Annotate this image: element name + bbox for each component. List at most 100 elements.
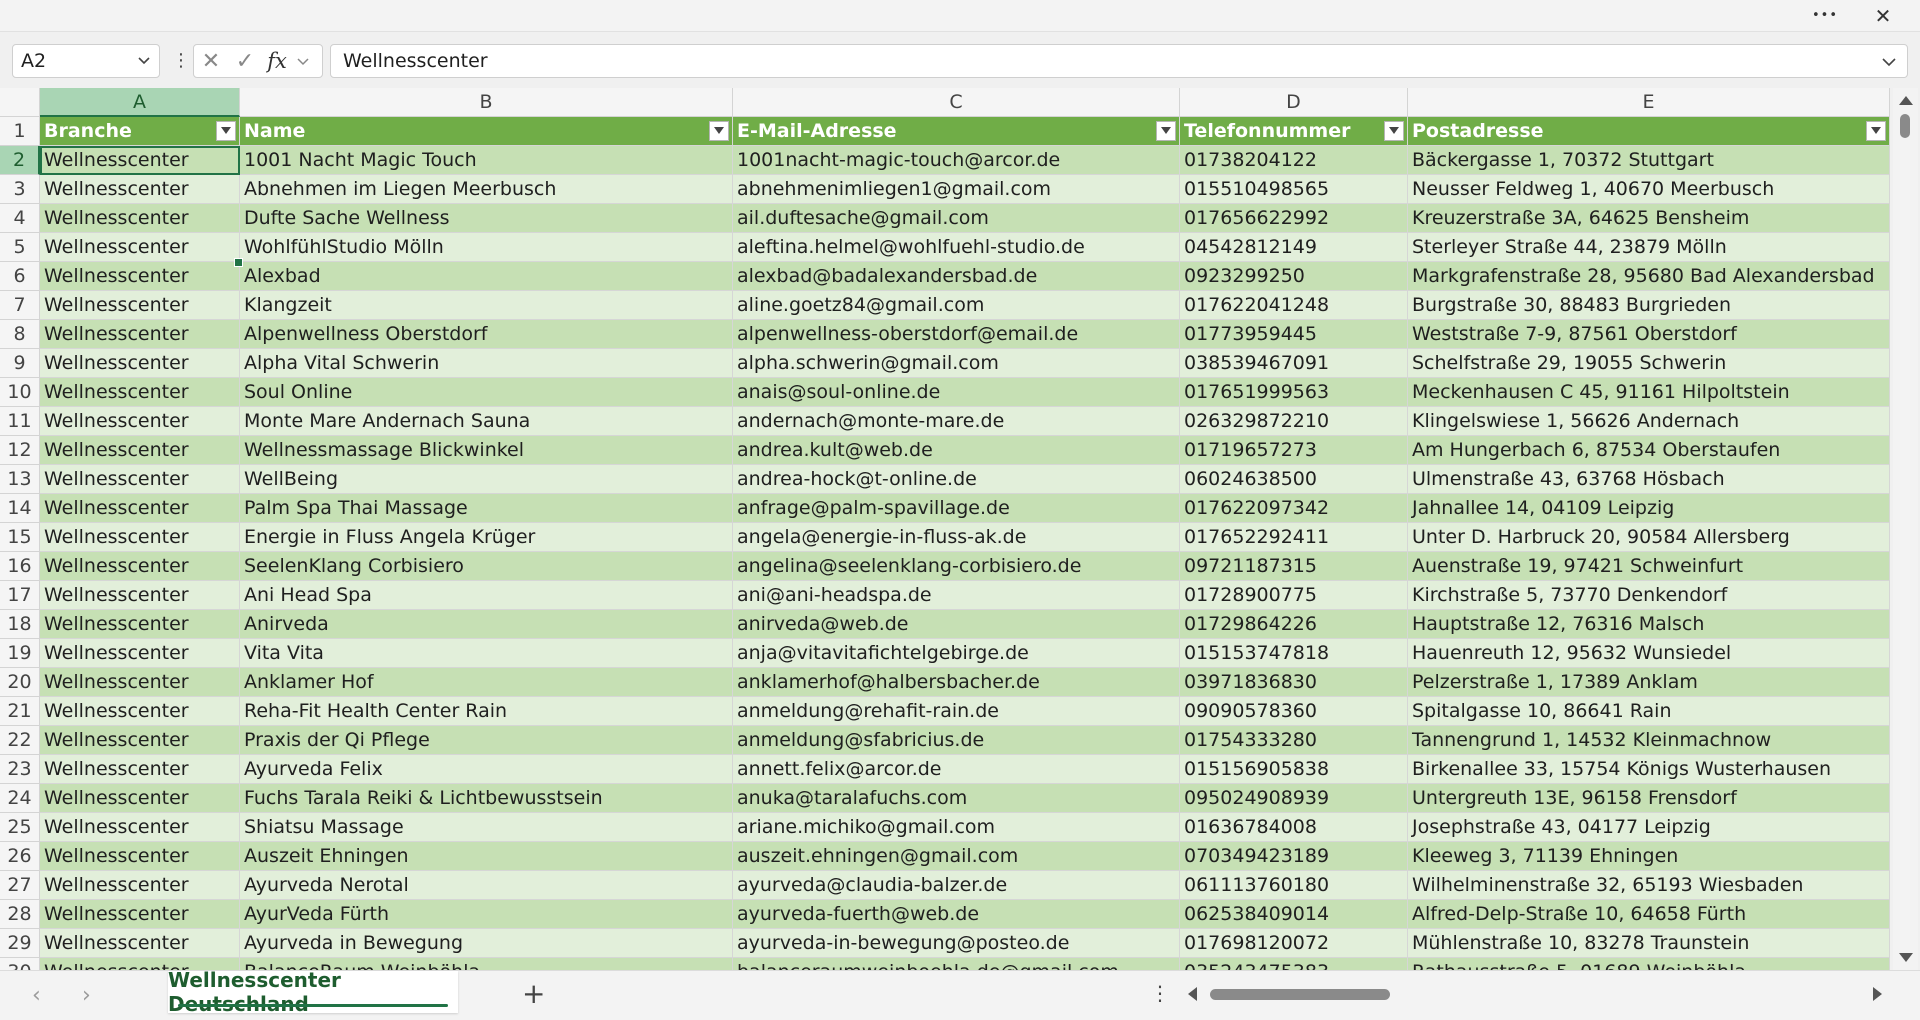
- scroll-down-icon[interactable]: [1899, 953, 1913, 962]
- table-cell[interactable]: 017652292411: [1180, 523, 1408, 552]
- table-cell[interactable]: Wellnesscenter: [40, 755, 240, 784]
- table-cell[interactable]: Wellnesscenter: [40, 639, 240, 668]
- table-cell[interactable]: Untergreuth 13E, 96158 Frensdorf: [1408, 784, 1890, 813]
- table-cell[interactable]: anmeldung@sfabricius.de: [733, 726, 1180, 755]
- table-cell[interactable]: aleftina.helmel@wohlfuehl-studio.de: [733, 233, 1180, 262]
- row-number[interactable]: 5: [0, 233, 40, 262]
- row-number[interactable]: 18: [0, 610, 40, 639]
- table-cell[interactable]: 062538409014: [1180, 900, 1408, 929]
- table-cell[interactable]: Kirchstraße 5, 73770 Denkendorf: [1408, 581, 1890, 610]
- table-cell[interactable]: auszeit.ehningen@gmail.com: [733, 842, 1180, 871]
- table-cell[interactable]: Markgrafenstraße 28, 95680 Bad Alexander…: [1408, 262, 1890, 291]
- table-cell[interactable]: 01636784008: [1180, 813, 1408, 842]
- table-cell[interactable]: 015153747818: [1180, 639, 1408, 668]
- column-header-b[interactable]: B: [240, 88, 733, 117]
- table-cell[interactable]: Wellnesscenter: [40, 871, 240, 900]
- table-cell[interactable]: 06024638500: [1180, 465, 1408, 494]
- table-cell[interactable]: 015156905838: [1180, 755, 1408, 784]
- header-cell[interactable]: Telefonnummer: [1180, 117, 1408, 146]
- table-cell[interactable]: abnehmenimliegen1@gmail.com: [733, 175, 1180, 204]
- row-number[interactable]: 20: [0, 668, 40, 697]
- table-cell[interactable]: Wellnesscenter: [40, 233, 240, 262]
- table-cell[interactable]: Burgstraße 30, 88483 Burgrieden: [1408, 291, 1890, 320]
- row-number[interactable]: 9: [0, 349, 40, 378]
- table-cell[interactable]: Palm Spa Thai Massage: [240, 494, 733, 523]
- table-cell[interactable]: Wellnesscenter: [40, 900, 240, 929]
- table-cell[interactable]: Wellnesscenter: [40, 407, 240, 436]
- horizontal-scroll-thumb[interactable]: [1210, 989, 1390, 1000]
- next-sheet-icon[interactable]: ›: [82, 983, 91, 1008]
- table-cell[interactable]: Wellnesscenter: [40, 813, 240, 842]
- table-cell[interactable]: Wellnesscenter: [40, 581, 240, 610]
- table-cell[interactable]: 1001nacht-magic-touch@arcor.de: [733, 146, 1180, 175]
- table-cell[interactable]: Wellnesscenter: [40, 784, 240, 813]
- scroll-right-icon[interactable]: [1873, 987, 1882, 1001]
- table-cell[interactable]: 095024908939: [1180, 784, 1408, 813]
- table-cell[interactable]: Kleeweg 3, 71139 Ehningen: [1408, 842, 1890, 871]
- table-cell[interactable]: Abnehmen im Liegen Meerbusch: [240, 175, 733, 204]
- header-cell[interactable]: Branche: [40, 117, 240, 146]
- table-cell[interactable]: 061113760180: [1180, 871, 1408, 900]
- enter-icon[interactable]: ✓: [228, 45, 262, 77]
- table-cell[interactable]: Spitalgasse 10, 86641 Rain: [1408, 697, 1890, 726]
- vertical-scroll-thumb[interactable]: [1900, 114, 1910, 138]
- table-cell[interactable]: Dufte Sache Wellness: [240, 204, 733, 233]
- table-cell[interactable]: alpenwellness-oberstdorf@email.de: [733, 320, 1180, 349]
- table-cell[interactable]: Ani Head Spa: [240, 581, 733, 610]
- header-cell[interactable]: Name: [240, 117, 733, 146]
- table-cell[interactable]: Wellnesscenter: [40, 726, 240, 755]
- table-cell[interactable]: ayurveda@claudia-balzer.de: [733, 871, 1180, 900]
- table-cell[interactable]: Wellnessmassage Blickwinkel: [240, 436, 733, 465]
- fill-handle[interactable]: [234, 258, 243, 267]
- table-cell[interactable]: alexbad@badalexandersbad.de: [733, 262, 1180, 291]
- row-number[interactable]: 17: [0, 581, 40, 610]
- table-cell[interactable]: 017656622992: [1180, 204, 1408, 233]
- table-cell[interactable]: Wellnesscenter: [40, 320, 240, 349]
- table-cell[interactable]: 038539467091: [1180, 349, 1408, 378]
- table-cell[interactable]: 026329872210: [1180, 407, 1408, 436]
- table-cell[interactable]: Kreuzerstraße 3A, 64625 Bensheim: [1408, 204, 1890, 233]
- table-cell[interactable]: 01719657273: [1180, 436, 1408, 465]
- table-cell[interactable]: 01773959445: [1180, 320, 1408, 349]
- more-options-button[interactable]: •••: [1802, 0, 1848, 31]
- table-cell[interactable]: WellBeing: [240, 465, 733, 494]
- table-cell[interactable]: Wellnesscenter: [40, 436, 240, 465]
- column-header-c[interactable]: C: [733, 88, 1180, 117]
- previous-sheet-icon[interactable]: ‹: [32, 983, 41, 1008]
- table-cell[interactable]: Praxis der Qi Pflege: [240, 726, 733, 755]
- expand-formula-chevron-icon[interactable]: [1881, 54, 1897, 70]
- table-cell[interactable]: 09721187315: [1180, 552, 1408, 581]
- table-cell[interactable]: Klingelswiese 1, 56626 Andernach: [1408, 407, 1890, 436]
- table-cell[interactable]: SeelenKlang Corbisiero: [240, 552, 733, 581]
- table-cell[interactable]: Anklamer Hof: [240, 668, 733, 697]
- table-cell[interactable]: 015510498565: [1180, 175, 1408, 204]
- horizontal-scrollbar[interactable]: [1180, 971, 1890, 1016]
- table-cell[interactable]: Tannengrund 1, 14532 Kleinmachnow: [1408, 726, 1890, 755]
- row-number[interactable]: 26: [0, 842, 40, 871]
- table-cell[interactable]: 04542812149: [1180, 233, 1408, 262]
- table-cell[interactable]: Shiatsu Massage: [240, 813, 733, 842]
- table-cell[interactable]: ail.duftesache@gmail.com: [733, 204, 1180, 233]
- table-cell[interactable]: Hauptstraße 12, 76316 Malsch: [1408, 610, 1890, 639]
- insert-function-icon[interactable]: fx: [262, 45, 292, 77]
- table-cell[interactable]: ayurveda-fuerth@web.de: [733, 900, 1180, 929]
- add-sheet-icon[interactable]: +: [522, 977, 545, 1010]
- header-cell[interactable]: E-Mail-Adresse: [733, 117, 1180, 146]
- row-number[interactable]: 8: [0, 320, 40, 349]
- table-cell[interactable]: Wilhelminenstraße 32, 65193 Wiesbaden: [1408, 871, 1890, 900]
- table-cell[interactable]: Wellnesscenter: [40, 610, 240, 639]
- table-cell[interactable]: annett.felix@arcor.de: [733, 755, 1180, 784]
- header-cell[interactable]: Postadresse: [1408, 117, 1890, 146]
- scroll-left-icon[interactable]: [1188, 987, 1197, 1001]
- table-cell[interactable]: 1001 Nacht Magic Touch: [240, 146, 733, 175]
- table-cell[interactable]: Vita Vita: [240, 639, 733, 668]
- formula-input[interactable]: Wellnesscenter: [330, 44, 1908, 78]
- row-number[interactable]: 24: [0, 784, 40, 813]
- table-cell[interactable]: anfrage@palm-spavillage.de: [733, 494, 1180, 523]
- row-number[interactable]: 4: [0, 204, 40, 233]
- table-cell[interactable]: anuka@taralafuchs.com: [733, 784, 1180, 813]
- table-cell[interactable]: Wellnesscenter: [40, 929, 240, 958]
- table-cell[interactable]: Am Hungerbach 6, 87534 Oberstaufen: [1408, 436, 1890, 465]
- table-cell[interactable]: angelina@seelenklang-corbisiero.de: [733, 552, 1180, 581]
- table-cell[interactable]: 01738204122: [1180, 146, 1408, 175]
